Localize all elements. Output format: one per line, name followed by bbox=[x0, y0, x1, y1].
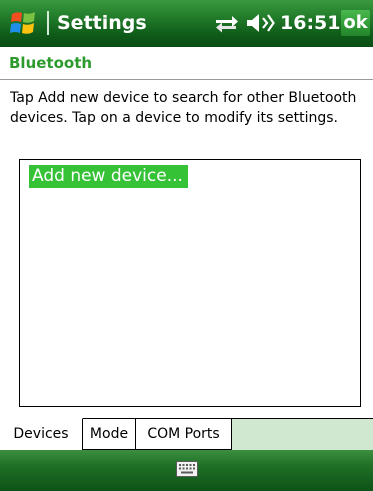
keyboard-icon[interactable] bbox=[176, 461, 198, 477]
tab-strip: Devices Mode COM Ports bbox=[0, 418, 373, 450]
ok-button[interactable]: ok bbox=[341, 10, 370, 36]
app-title[interactable]: Settings bbox=[57, 11, 147, 35]
connectivity-arrows-icon[interactable] bbox=[213, 13, 239, 33]
speaker-volume-icon[interactable] bbox=[245, 12, 277, 34]
windows-flag-icon[interactable] bbox=[9, 8, 39, 38]
tab-com-ports[interactable]: COM Ports bbox=[136, 418, 232, 450]
title-bar: Settings 16:51 ok bbox=[0, 0, 373, 47]
device-list[interactable]: Add new device... bbox=[19, 159, 361, 407]
page-title: Bluetooth bbox=[9, 54, 93, 72]
instructions-text: Tap Add new device to search for other B… bbox=[10, 90, 357, 126]
tab-devices[interactable]: Devices bbox=[0, 418, 83, 450]
title-divider bbox=[47, 11, 49, 35]
tab-mode[interactable]: Mode bbox=[83, 418, 136, 450]
page-header: Bluetooth bbox=[0, 47, 373, 80]
add-new-device-item[interactable]: Add new device... bbox=[29, 165, 188, 188]
clock[interactable]: 16:51 bbox=[280, 11, 340, 35]
softkey-bar bbox=[0, 450, 373, 491]
